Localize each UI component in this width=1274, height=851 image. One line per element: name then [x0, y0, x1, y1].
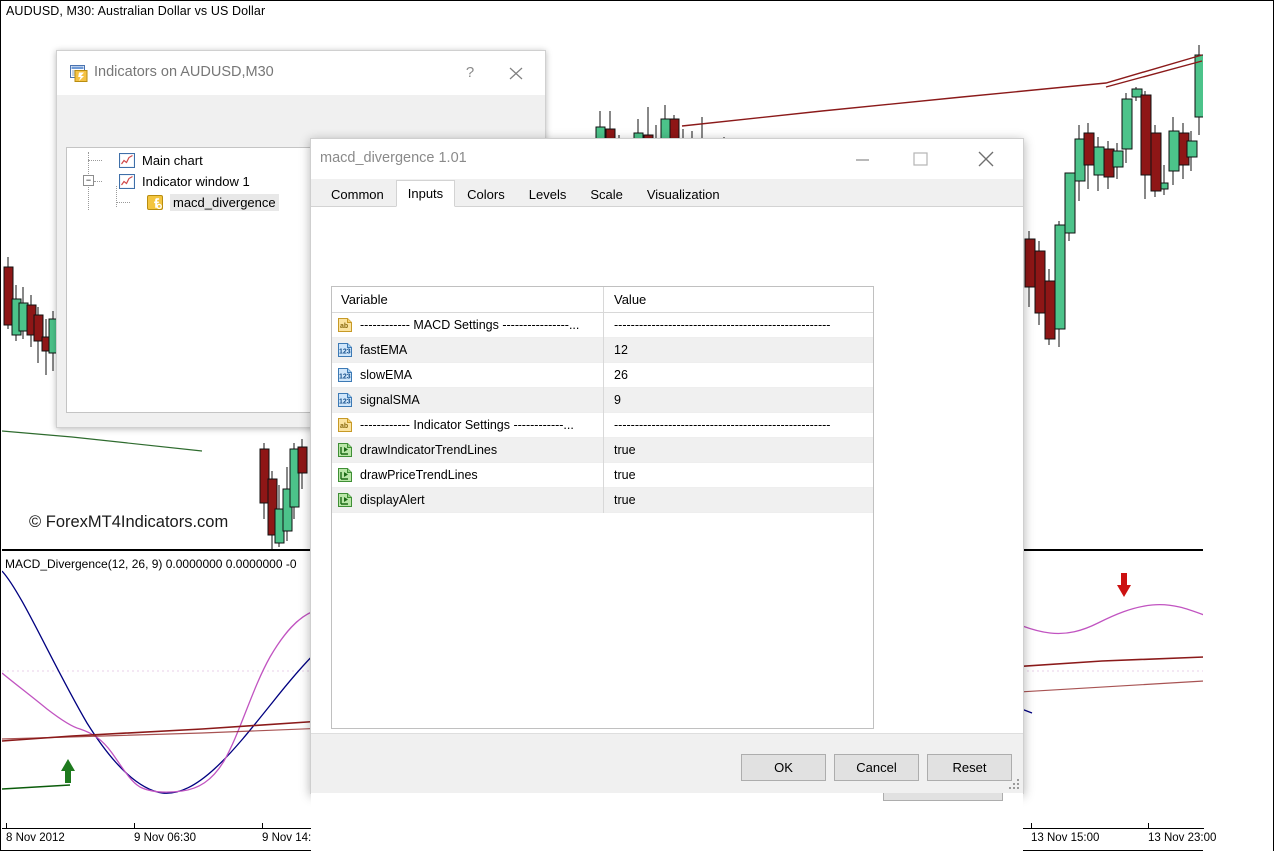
integer-variable-icon: 123	[337, 342, 353, 358]
table-row[interactable]: ab ------------ Indicator Settings -----…	[332, 413, 873, 438]
variable-name: fastEMA	[360, 343, 407, 357]
indicator-properties-dialog[interactable]: macd_divergence 1.01 Common Inputs	[310, 138, 1024, 794]
table-cell-value[interactable]: true	[603, 463, 873, 488]
string-variable-icon: ab	[337, 417, 353, 433]
table-cell-value[interactable]: ----------------------------------------…	[603, 413, 873, 438]
table-row[interactable]: 123 signalSMA 9	[332, 388, 873, 413]
price-scale[interactable]: 1.04530 1.04470 1.04410 1.04350 1.04290 …	[1203, 1, 1273, 851]
svg-text:123: 123	[339, 374, 351, 381]
function-icon	[147, 195, 164, 211]
table-row[interactable]: 123 slowEMA 26	[332, 363, 873, 388]
table-row[interactable]: drawIndicatorTrendLines true	[332, 438, 873, 463]
time-tick: 13 Nov 23:00	[1148, 832, 1216, 844]
chart-icon	[119, 153, 136, 169]
variable-name: ------------ MACD Settings -------------…	[360, 318, 579, 332]
variable-name: ------------ Indicator Settings --------…	[360, 418, 574, 432]
tab-colors[interactable]: Colors	[455, 181, 517, 206]
table-cell-value[interactable]: 9	[603, 388, 873, 413]
table-row[interactable]: 123 fastEMA 12	[332, 338, 873, 363]
sidebar-item-label: macd_divergence	[170, 194, 279, 211]
table-cell-value[interactable]: true	[603, 488, 873, 513]
screen-root: AUDUSD, M30: Australian Dollar vs US Dol…	[0, 0, 1274, 851]
bool-variable-icon	[337, 467, 353, 483]
column-header-variable: Variable	[332, 292, 603, 307]
time-tick: 9 Nov 06:30	[134, 832, 196, 844]
table-cell-variable: ab ------------ MACD Settings ----------…	[332, 313, 603, 338]
table-cell-value[interactable]: ----------------------------------------…	[603, 313, 873, 338]
price-trendline-left	[2, 431, 202, 451]
table-cell-variable: ab ------------ Indicator Settings -----…	[332, 413, 603, 438]
time-tick: 8 Nov 2012	[6, 832, 65, 844]
properties-dialog-title: macd_divergence 1.01	[320, 150, 467, 166]
table-cell-value[interactable]: true	[603, 438, 873, 463]
cancel-button[interactable]: Cancel	[834, 754, 919, 781]
variable-name: slowEMA	[360, 368, 412, 382]
macd-subwindow-label: MACD_Divergence(12, 26, 9) 0.0000000 0.0…	[5, 557, 297, 571]
watermark-text: © ForexMT4Indicators.com	[29, 513, 228, 532]
svg-text:ab: ab	[340, 423, 348, 430]
svg-text:123: 123	[339, 349, 351, 356]
chart-symbol-label: AUDUSD, M30: Australian Dollar vs US Dol…	[6, 4, 265, 18]
table-header-row: Variable Value	[332, 287, 873, 313]
tab-visualization[interactable]: Visualization	[635, 181, 732, 206]
table-row[interactable]: ab ------------ MACD Settings ----------…	[332, 313, 873, 338]
buy-arrow-icon	[61, 759, 75, 783]
close-button[interactable]	[963, 139, 1009, 179]
ok-button[interactable]: OK	[741, 754, 826, 781]
column-header-value: Value	[603, 287, 873, 313]
indicators-dialog-title: Indicators on AUDUSD,M30	[94, 64, 274, 80]
minimize-button[interactable]	[839, 139, 885, 179]
table-cell-variable: 123 fastEMA	[332, 338, 603, 363]
tab-scale[interactable]: Scale	[578, 181, 635, 206]
resize-grip[interactable]	[1008, 778, 1020, 790]
tab-common[interactable]: Common	[319, 181, 396, 206]
time-tick: 13 Nov 15:00	[1031, 832, 1099, 844]
maximize-button[interactable]	[897, 139, 943, 179]
table-cell-variable: drawIndicatorTrendLines	[332, 438, 603, 463]
string-variable-icon: ab	[337, 317, 353, 333]
indicators-dialog-titlebar[interactable]: Indicators on AUDUSD,M30 ?	[57, 51, 545, 95]
indicators-list-icon	[70, 64, 88, 82]
variable-name: signalSMA	[360, 393, 420, 407]
variable-name: drawIndicatorTrendLines	[360, 443, 497, 457]
indicator-trendline-bull	[2, 785, 70, 789]
table-cell-variable: 123 signalSMA	[332, 388, 603, 413]
table-row[interactable]: drawPriceTrendLines true	[332, 463, 873, 488]
price-trendline-lower	[1106, 61, 1202, 87]
variable-name: drawPriceTrendLines	[360, 468, 478, 482]
svg-text:123: 123	[339, 399, 351, 406]
table-row[interactable]: displayAlert true	[332, 488, 873, 513]
bool-variable-icon	[337, 492, 353, 508]
properties-dialog-titlebar[interactable]: macd_divergence 1.01	[311, 139, 1023, 179]
sidebar-item-label: Main chart	[142, 153, 203, 168]
reset-button[interactable]: Reset	[927, 754, 1012, 781]
properties-tabstrip[interactable]: Common Inputs Colors Levels Scale Visual…	[311, 179, 1023, 207]
table-cell-value[interactable]: 12	[603, 338, 873, 363]
variable-name: displayAlert	[360, 493, 425, 507]
close-icon[interactable]	[501, 61, 531, 85]
table-cell-variable: 123 slowEMA	[332, 363, 603, 388]
inputs-table[interactable]: Variable Value ab ------------ MACD Sett…	[331, 286, 874, 729]
tab-inputs[interactable]: Inputs	[396, 180, 455, 207]
table-cell-variable: displayAlert	[332, 488, 603, 513]
chart-icon	[119, 174, 136, 190]
table-cell-value[interactable]: 26	[603, 363, 873, 388]
integer-variable-icon: 123	[337, 392, 353, 408]
help-button[interactable]: ?	[455, 61, 485, 85]
sell-arrow-icon	[1117, 573, 1131, 597]
properties-dialog-footer: OK Cancel Reset	[311, 733, 1023, 793]
tab-levels[interactable]: Levels	[517, 181, 579, 206]
bool-variable-icon	[337, 442, 353, 458]
svg-text:ab: ab	[340, 323, 348, 330]
sidebar-item-label: Indicator window 1	[142, 174, 250, 189]
integer-variable-icon: 123	[337, 367, 353, 383]
table-cell-variable: drawPriceTrendLines	[332, 463, 603, 488]
